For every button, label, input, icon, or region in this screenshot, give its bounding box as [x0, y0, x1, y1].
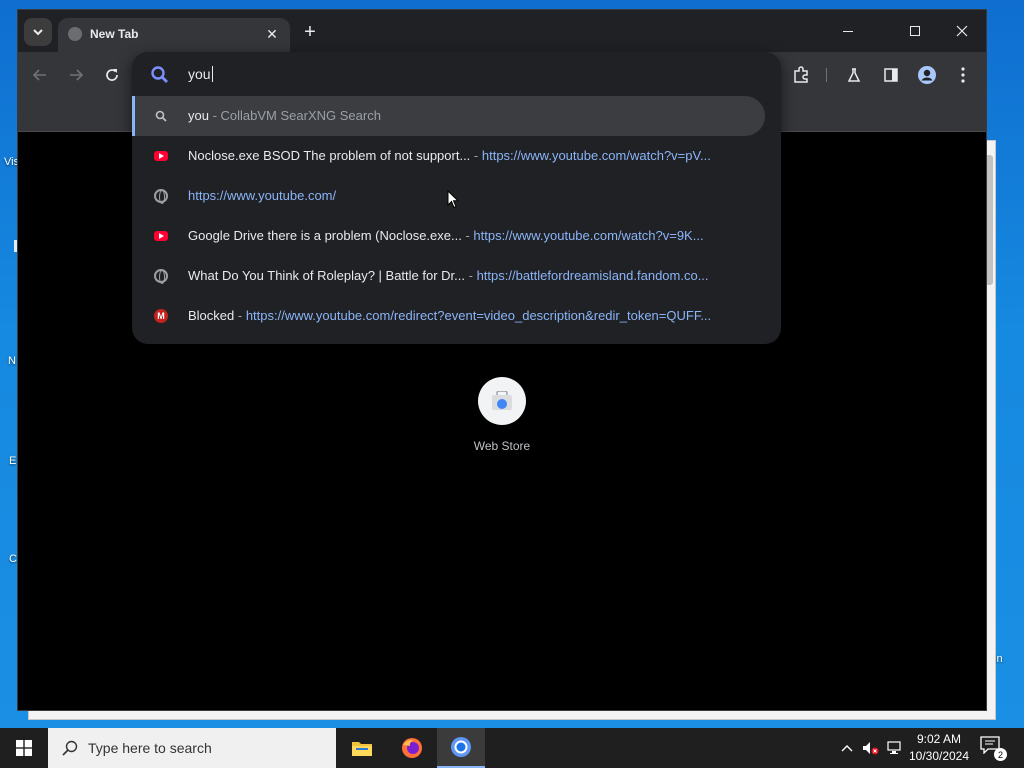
- suggestion-url: https://www.youtube.com/watch?v=pV...: [481, 148, 711, 163]
- plus-icon: +: [304, 20, 316, 43]
- shortcut-label: Web Store: [473, 439, 531, 453]
- suggestion-item[interactable]: you - CollabVM SearXNG Search: [132, 96, 765, 136]
- firefox-icon: [402, 738, 422, 758]
- notification-center-button[interactable]: 2: [980, 736, 1007, 761]
- search-placeholder: Type here to search: [88, 740, 212, 756]
- suggestion-text: you: [188, 108, 209, 123]
- suggestion-separator: -: [465, 268, 477, 283]
- web-store-icon: [492, 391, 512, 410]
- taskbar-chrome[interactable]: [437, 728, 485, 768]
- text-caret: [211, 66, 213, 82]
- windows-logo-icon: [16, 740, 32, 756]
- side-panel-icon: [884, 68, 898, 82]
- extensions-button[interactable]: [789, 63, 813, 87]
- menu-button[interactable]: [951, 63, 975, 87]
- volume-muted-icon[interactable]: [862, 739, 880, 757]
- selection-indicator: [132, 96, 135, 136]
- tab-title: New Tab: [90, 27, 139, 41]
- suggestion-item[interactable]: Noclose.exe BSOD The problem of not supp…: [132, 136, 781, 176]
- suggestion-title: What Do You Think of Roleplay? | Battle …: [188, 268, 466, 283]
- flask-icon: [847, 68, 861, 82]
- suggestion-item[interactable]: Google Drive there is a problem (Noclose…: [132, 216, 781, 256]
- suggestion-separator: -: [234, 308, 246, 323]
- suggestion-url: https://www.youtube.com/redirect?event=v…: [245, 308, 712, 323]
- address-input[interactable]: you: [188, 66, 213, 82]
- labs-button[interactable]: [842, 63, 866, 87]
- tray-expand-icon[interactable]: [838, 739, 856, 757]
- start-button[interactable]: [0, 728, 48, 768]
- kebab-menu-icon: [961, 67, 965, 83]
- youtube-icon: [154, 151, 168, 161]
- puzzle-icon: [794, 66, 808, 83]
- suggestion-title: Noclose.exe BSOD The problem of not supp…: [188, 148, 471, 163]
- background-scrollbar[interactable]: [985, 155, 993, 285]
- tab-new-tab[interactable]: New Tab ✕: [58, 18, 290, 52]
- network-icon[interactable]: [886, 739, 904, 757]
- avatar-icon: [918, 66, 936, 84]
- desktop-icon-label[interactable]: Vis: [4, 156, 19, 168]
- globe-icon: [154, 189, 168, 204]
- desktop-icon-label[interactable]: N: [8, 355, 16, 367]
- globe-icon: [154, 269, 168, 284]
- back-button[interactable]: [28, 63, 52, 87]
- title-bar: New Tab ✕ +: [18, 10, 986, 52]
- taskbar-search-box[interactable]: Type here to search: [48, 728, 336, 768]
- system-clock[interactable]: 9:02 AM 10/30/2024: [904, 731, 974, 765]
- search-icon: [62, 740, 78, 756]
- folder-icon: [352, 742, 372, 756]
- taskbar: Type here to search 9:02 AM 10/30/2024 2: [0, 728, 1024, 768]
- taskbar-file-explorer[interactable]: [338, 728, 386, 768]
- desktop-icon-label[interactable]: C: [9, 553, 17, 565]
- reload-icon: [106, 69, 118, 81]
- chrome-icon: [451, 737, 471, 757]
- arrow-right-icon: [70, 69, 84, 81]
- notification-count-badge: 2: [994, 748, 1007, 761]
- new-tab-button[interactable]: +: [298, 20, 322, 44]
- side-panel-button[interactable]: [879, 63, 903, 87]
- search-icon: [154, 109, 168, 123]
- suggestion-item[interactable]: M Blocked - https://www.youtube.com/redi…: [132, 296, 781, 336]
- shortcut-web-store[interactable]: Web Store: [458, 377, 546, 453]
- mouse-cursor-icon: [447, 190, 459, 209]
- profile-button[interactable]: [915, 63, 939, 87]
- close-icon: [956, 25, 968, 37]
- taskbar-firefox[interactable]: [388, 728, 436, 768]
- reload-button[interactable]: [100, 63, 124, 87]
- suggestion-separator: -: [461, 228, 474, 243]
- browser-window: New Tab ✕ + Web Store you you - CollabVM…: [18, 10, 986, 710]
- desktop-icon-label[interactable]: E: [9, 455, 16, 467]
- tab-search-button[interactable]: [24, 18, 52, 46]
- address-bar[interactable]: you: [132, 52, 781, 96]
- chevron-down-icon: [33, 29, 43, 36]
- close-icon[interactable]: ✕: [262, 24, 282, 44]
- forward-button[interactable]: [64, 63, 88, 87]
- suggestion-title: Blocked: [188, 308, 235, 323]
- toolbar-divider: [826, 68, 827, 82]
- search-icon: [151, 66, 168, 83]
- suggestion-url: https://www.youtube.com/watch?v=9K...: [473, 228, 704, 243]
- youtube-icon: [154, 231, 168, 241]
- maximize-icon: [910, 26, 920, 36]
- minimize-button[interactable]: [826, 16, 870, 46]
- suggestion-separator: -: [470, 148, 482, 163]
- gmail-icon: M: [154, 309, 168, 323]
- maximize-button[interactable]: [893, 16, 937, 46]
- suggestion-url: https://www.youtube.com/: [188, 188, 337, 203]
- shortcut-tile: [478, 377, 526, 425]
- close-window-button[interactable]: [940, 16, 984, 46]
- minimize-icon: [843, 31, 853, 32]
- globe-icon: [68, 27, 82, 41]
- suggestion-source: CollabVM SearXNG Search: [220, 108, 381, 123]
- suggestion-separator: -: [208, 108, 221, 123]
- clock-time: 9:02 AM: [916, 732, 962, 746]
- suggestion-item[interactable]: What Do You Think of Roleplay? | Battle …: [132, 256, 781, 296]
- clock-date: 10/30/2024: [908, 749, 970, 763]
- suggestion-url: https://battlefordreamisland.fandom.co..…: [476, 268, 709, 283]
- suggestion-title: Google Drive there is a problem (Noclose…: [188, 228, 462, 243]
- arrow-left-icon: [32, 69, 46, 81]
